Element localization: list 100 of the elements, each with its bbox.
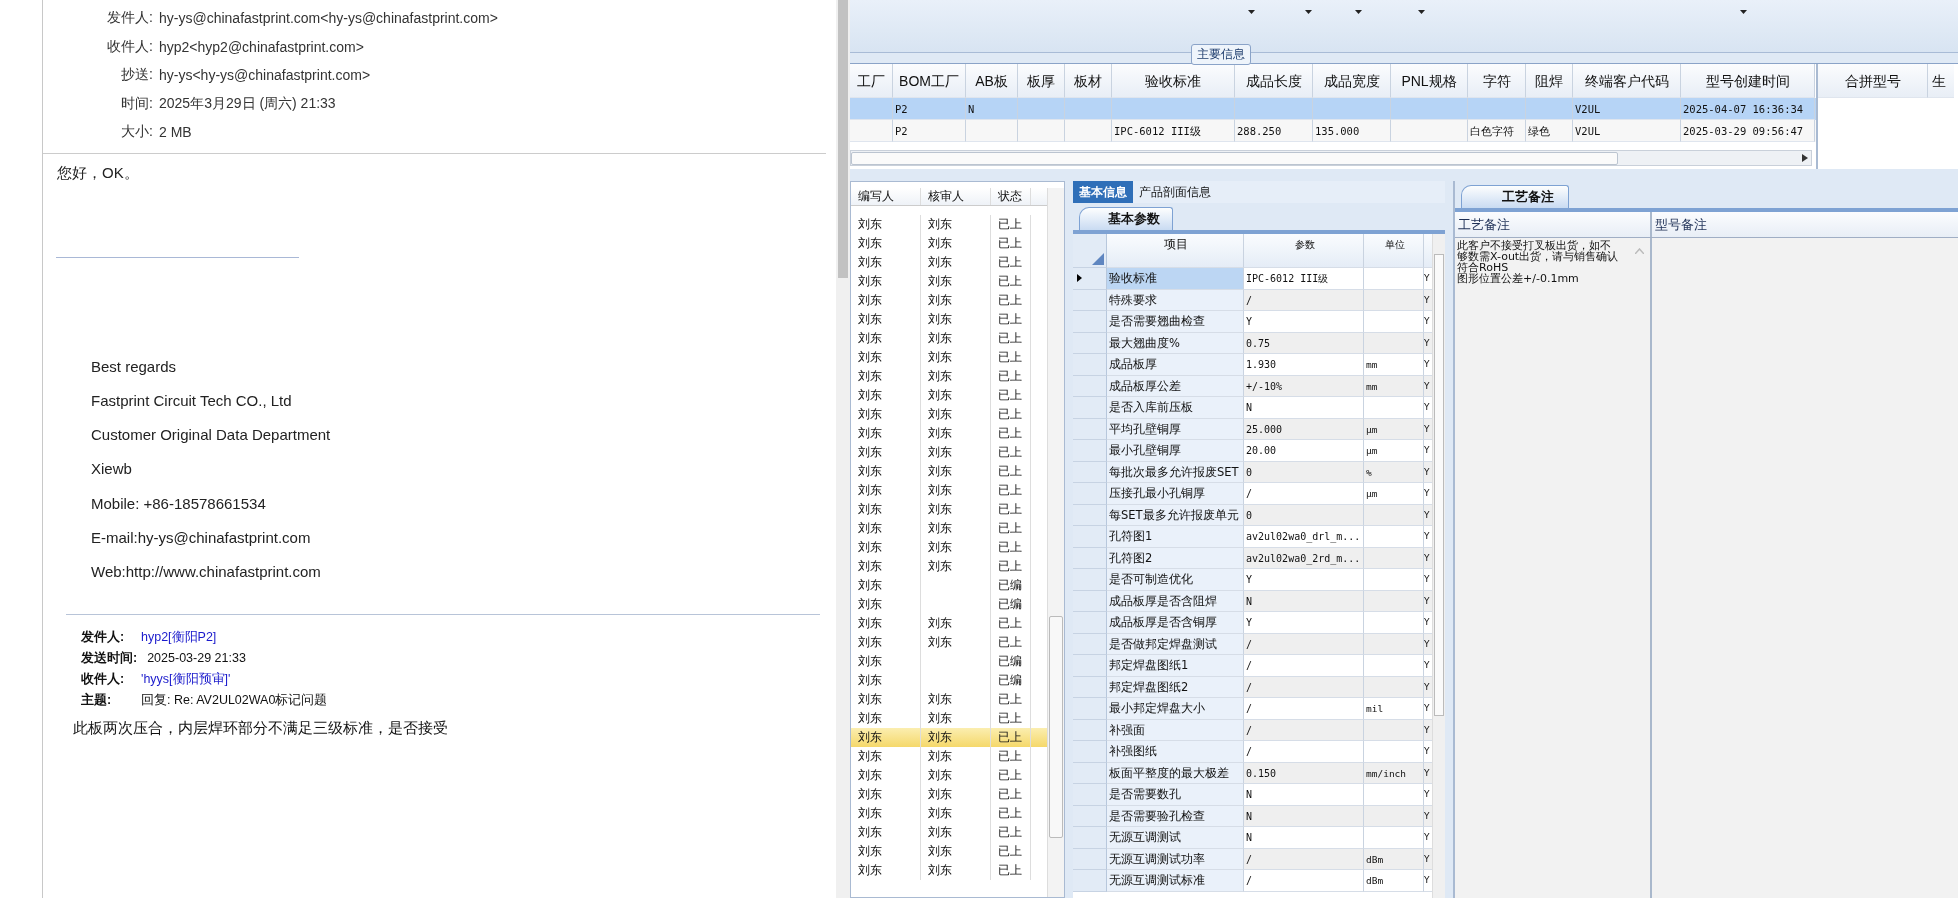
list-row[interactable]: 刘东 刘东 已上 (851, 557, 1047, 576)
column-header[interactable]: 字符 (1468, 64, 1526, 98)
table-row[interactable]: P2 N V2UL 2025-04-07 16:36:34 (850, 98, 1816, 120)
list-row[interactable]: 刘东 刘东 已上 (851, 823, 1047, 842)
scrollbar-thumb[interactable] (851, 152, 1618, 165)
tab[interactable]: 产品剖面信息 (1133, 181, 1217, 203)
list-row[interactable]: 刘东 刘东 已上 (851, 690, 1047, 709)
table-cell: 刘东 (858, 749, 882, 763)
list-row[interactable]: 刘东 刘东 已上 (851, 329, 1047, 348)
list-row[interactable]: 刘东 刘东 已上 (851, 785, 1047, 804)
dropdown-arrow-icon[interactable] (1740, 10, 1747, 14)
column-header[interactable]: 终端客户代码 (1573, 64, 1681, 98)
column-header[interactable]: 核审人 (921, 188, 991, 205)
list-row[interactable]: 刘东 刘东 已上 (851, 500, 1047, 519)
list-row[interactable]: 刘东 已编 (851, 576, 1047, 595)
column-header[interactable]: 参数 (1244, 234, 1364, 268)
header-value: hy-ys<hy-ys@chinafastprint.com> (159, 67, 371, 84)
note-text: 此客户不接受打叉板出货，如不 (1457, 240, 1611, 251)
list-row[interactable]: 刘东 刘东 已上 (851, 405, 1047, 424)
column-header[interactable]: 工厂 (850, 64, 893, 98)
column-header[interactable]: 型号备注 (1652, 212, 1958, 237)
column-header[interactable]: 生 (1928, 64, 1954, 98)
table-cell: 刘东 (858, 711, 882, 725)
list-row[interactable]: 刘东 刘东 已上 (851, 424, 1047, 443)
column-header[interactable]: 合拼型号 (1818, 64, 1928, 98)
column-header[interactable]: 单位 (1364, 234, 1424, 268)
list-row[interactable]: 刘东 刘东 已上 (851, 348, 1047, 367)
table-cell: 20.00 (1244, 440, 1364, 462)
list-row[interactable]: 刘东 已编 (851, 671, 1047, 690)
dropdown-arrow-icon[interactable] (1355, 10, 1362, 14)
table-cell: 孔符图1 (1107, 526, 1244, 548)
table-cell: 邦定焊盘图纸2 (1107, 676, 1244, 698)
table-cell: 已上 (998, 787, 1022, 801)
scrollbar-thumb[interactable] (838, 0, 848, 278)
list-row[interactable]: 刘东 刘东 已上 (851, 481, 1047, 500)
list-row[interactable]: 刘东 刘东 已上 (851, 519, 1047, 538)
list-row[interactable]: 刘东 刘东 已上 (851, 310, 1047, 329)
contact-link[interactable]: 'hyys[衡阳预审]' (141, 670, 231, 688)
message-text: 您好，OK。 (56, 162, 140, 183)
list-row[interactable]: 刘东 刘东 已上 (851, 747, 1047, 766)
scroll-right-icon[interactable] (1802, 154, 1808, 162)
list-row[interactable]: 刘东 刘东 已上 (851, 272, 1047, 291)
list-row[interactable]: 刘东 刘东 已上 (851, 728, 1047, 747)
table-cell: 0 (1244, 461, 1364, 483)
column-header[interactable]: BOM工厂 (893, 64, 966, 98)
contact-link[interactable]: hyp2[衡阳P2] (141, 628, 217, 646)
list-row[interactable]: 刘东 刘东 已上 (851, 804, 1047, 823)
table-cell: 是否入库前压板 (1107, 397, 1244, 419)
dropdown-arrow-icon[interactable] (1305, 10, 1312, 14)
list-row[interactable]: 刘东 刘东 已上 (851, 614, 1047, 633)
list-row[interactable]: 刘东 已编 (851, 652, 1047, 671)
list-row[interactable]: 刘东 刘东 已上 (851, 386, 1047, 405)
table-cell: 已上 (998, 749, 1022, 763)
list-row[interactable]: 刘东 已编 (851, 595, 1047, 614)
scrollbar-thumb[interactable] (1434, 254, 1444, 716)
tab[interactable]: 基本信息 (1073, 181, 1133, 203)
table-cell: 刘东 (928, 521, 952, 535)
column-header[interactable]: 成品长度 (1235, 64, 1313, 98)
table-cell: 25.000 (1244, 418, 1364, 440)
table-cell: 刘东 (858, 787, 882, 801)
list-row[interactable]: 刘东 刘东 已上 (851, 633, 1047, 652)
scrollbar-thumb[interactable] (1049, 616, 1063, 838)
column-header[interactable]: 成品宽度 (1313, 64, 1391, 98)
list-row[interactable]: 刘东 刘东 已上 (851, 367, 1047, 386)
list-row[interactable]: 刘东 刘东 已上 (851, 861, 1047, 880)
list-row[interactable]: 刘东 刘东 已上 (851, 842, 1047, 861)
table-cell: 已上 (998, 502, 1022, 516)
table-cell: 刘东 (858, 293, 882, 307)
table-row[interactable]: P2 IPC-6012 III级 288.250 135.000 白色字符 绿色 V2UL 2025-03-29 09:56:47 (850, 120, 1816, 142)
list-row[interactable]: 刘东 刘东 已上 (851, 766, 1047, 785)
column-header[interactable]: 型号创建时间 (1681, 64, 1815, 98)
tab[interactable]: 基本参数 (1079, 207, 1173, 230)
table-cell: 刘东 (858, 768, 882, 782)
table-cell: 已上 (998, 312, 1022, 326)
column-header[interactable]: PNL规格 (1391, 64, 1468, 98)
column-header[interactable]: 阻焊 (1526, 64, 1573, 98)
list-row[interactable]: 刘东 刘东 已上 (851, 234, 1047, 253)
column-header[interactable]: 板材 (1065, 64, 1112, 98)
list-row[interactable]: 刘东 刘东 已上 (851, 462, 1047, 481)
column-header[interactable]: 编写人 (851, 188, 921, 205)
column-header[interactable]: 状态 (991, 188, 1031, 205)
table-cell: μm (1364, 483, 1424, 505)
column-header[interactable]: 板厚 (1018, 64, 1065, 98)
dropdown-arrow-icon[interactable] (1418, 10, 1425, 14)
list-row[interactable]: 刘东 刘东 已上 (851, 291, 1047, 310)
list-row[interactable]: 刘东 刘东 已上 (851, 215, 1047, 234)
scroll-up-icon[interactable] (1635, 248, 1644, 254)
list-row[interactable]: 刘东 刘东 已上 (851, 443, 1047, 462)
table-cell: 压接孔最小孔铜厚 (1107, 483, 1244, 505)
table-cell: 刘东 (858, 559, 882, 573)
column-header[interactable]: 验收标准 (1112, 64, 1235, 98)
table-cell: 已上 (998, 768, 1022, 782)
table-cell: 刘东 (928, 445, 952, 459)
dropdown-arrow-icon[interactable] (1248, 10, 1255, 14)
table-cell: 刘东 (928, 255, 952, 269)
list-row[interactable]: 刘东 刘东 已上 (851, 253, 1047, 272)
row-header[interactable] (1073, 268, 1107, 290)
column-header[interactable]: AB板 (966, 64, 1018, 98)
list-row[interactable]: 刘东 刘东 已上 (851, 538, 1047, 557)
tab[interactable]: 工艺备注 (1461, 185, 1569, 208)
